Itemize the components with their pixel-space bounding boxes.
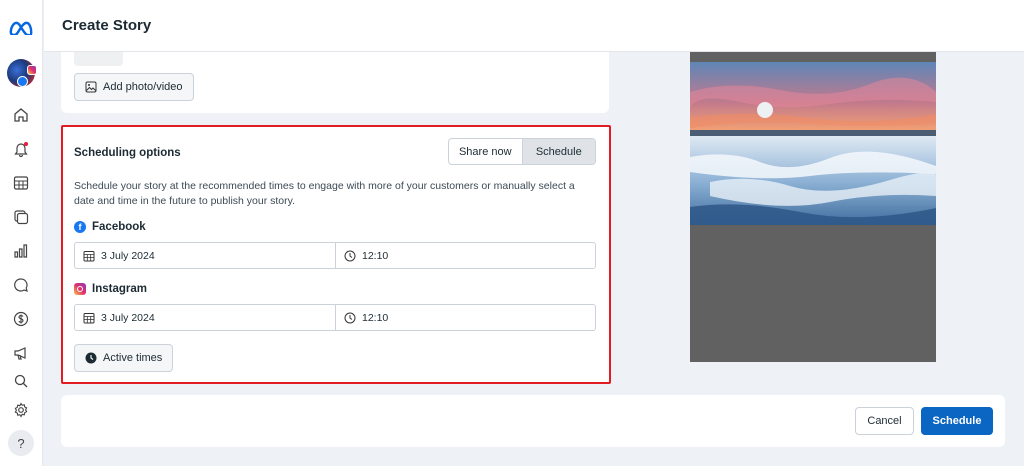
share-mode-toggle: Share now Schedule	[448, 138, 596, 165]
active-times-label: Active times	[103, 352, 163, 364]
header: Create Story	[44, 0, 1024, 52]
add-photo-video-label: Add photo/video	[103, 81, 183, 93]
account-avatar[interactable]	[7, 59, 37, 87]
instagram-datetime-row: 3 July 2024 12:10	[74, 304, 596, 331]
facebook-icon: f	[74, 221, 86, 233]
dollar-icon[interactable]	[10, 308, 32, 330]
instagram-date-value: 3 July 2024	[101, 311, 155, 324]
story-preview	[690, 52, 936, 362]
facebook-badge-icon	[17, 76, 28, 87]
instagram-icon	[74, 283, 86, 295]
facebook-date-field[interactable]: 3 July 2024	[75, 243, 336, 268]
photo-icon	[85, 81, 97, 93]
instagram-label-text: Instagram	[92, 283, 147, 295]
clock-icon	[344, 312, 356, 323]
instagram-date-field[interactable]: 3 July 2024	[75, 305, 336, 330]
search-icon[interactable]	[10, 370, 32, 392]
bar-chart-icon[interactable]	[10, 240, 32, 262]
schedule-tab[interactable]: Schedule	[521, 139, 595, 164]
page-title: Create Story	[62, 17, 152, 34]
bell-icon[interactable]	[10, 138, 32, 160]
scheduling-description: Schedule your story at the recommended t…	[74, 180, 575, 207]
facebook-label-text: Facebook	[92, 221, 146, 233]
instagram-time-field[interactable]: 12:10	[336, 305, 388, 330]
media-card: Add photo/video	[61, 52, 609, 113]
schedule-button[interactable]: Schedule	[921, 407, 993, 435]
scheduling-options-title: Scheduling options	[74, 147, 181, 159]
share-now-tab[interactable]: Share now	[449, 139, 522, 164]
active-times-button[interactable]: Active times	[74, 344, 174, 372]
instagram-time-value: 12:10	[362, 311, 389, 324]
facebook-time-field[interactable]: 12:10	[336, 243, 388, 268]
calendar-icon	[83, 250, 95, 261]
instagram-badge-icon	[27, 65, 37, 75]
media-thumbnail-placeholder	[74, 52, 123, 66]
meta-logo-icon[interactable]	[8, 16, 34, 38]
facebook-date-value: 3 July 2024	[101, 249, 155, 262]
megaphone-icon[interactable]	[10, 342, 32, 364]
footer-actions: Cancel Schedule	[61, 395, 1005, 447]
home-icon[interactable]	[10, 104, 32, 126]
facebook-label: f Facebook	[74, 221, 146, 233]
clock-icon	[344, 250, 356, 261]
story-preview-image	[690, 62, 936, 225]
facebook-datetime-row: 3 July 2024 12:10	[74, 242, 596, 269]
calendar-grid-icon[interactable]	[10, 172, 32, 194]
gear-icon[interactable]	[10, 399, 32, 421]
cancel-button[interactable]: Cancel	[855, 407, 914, 435]
instagram-label: Instagram	[74, 283, 147, 295]
sidebar: ?	[0, 0, 43, 466]
content-icon[interactable]	[10, 206, 32, 228]
facebook-time-value: 12:10	[362, 249, 389, 262]
clock-filled-icon	[85, 352, 97, 364]
help-button[interactable]: ?	[8, 430, 34, 456]
calendar-icon	[83, 312, 95, 323]
add-photo-video-button[interactable]: Add photo/video	[74, 73, 194, 101]
chat-icon[interactable]	[10, 274, 32, 296]
scheduling-options-card: Scheduling options Share now Schedule Sc…	[61, 125, 611, 384]
